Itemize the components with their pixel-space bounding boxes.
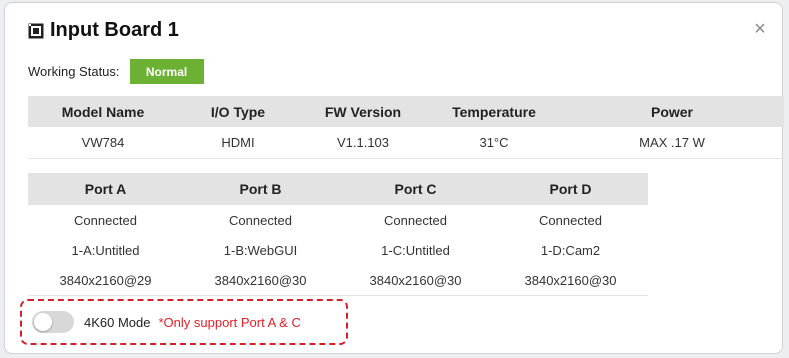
header-temperature: Temperature: [428, 96, 560, 127]
4k60-mode-label: 4K60 Mode: [84, 314, 151, 330]
fw-version-value: V1.1.103: [298, 127, 428, 159]
port-c-source: 1-C:Untitled: [381, 242, 450, 258]
4k60-mode-highlight: 4K60 Mode *Only support Port A & C: [20, 299, 348, 345]
dialog-title-text: Input Board 1: [50, 19, 179, 41]
status-badge: Normal: [129, 59, 204, 84]
power-value: MAX .17 W: [560, 127, 784, 159]
port-b-source: 1-B:WebGUI: [223, 242, 298, 258]
table-row-source: 1-A:Untitled 1-B:WebGUI 1-C:Untitled 1-D…: [28, 235, 648, 265]
port-a-resolution: 3840x2160@29: [28, 265, 183, 296]
table-row: VW784 HDMI V1.1.103 31°C MAX .17 W: [28, 127, 784, 159]
table-row-connection: Connected Connected Connected Connected: [28, 205, 648, 235]
table-header-row: Port A Port B Port C Port D: [28, 173, 648, 205]
model-name-value: VW784: [28, 127, 178, 159]
close-icon[interactable]: ×: [750, 19, 770, 39]
port-c-resolution: 3840x2160@30: [338, 265, 493, 296]
header-io-type: I/O Type: [178, 96, 298, 127]
header-model-name: Model Name: [28, 96, 178, 127]
temperature-value: 31°C: [428, 127, 560, 159]
header-port-c: Port C: [338, 173, 493, 205]
port-table: Port A Port B Port C Port D Connected Co…: [28, 173, 648, 296]
io-type-value: HDMI: [178, 127, 298, 159]
board-info-table: Model Name I/O Type FW Version Temperatu…: [28, 96, 784, 159]
port-b-resolution: 3840x2160@30: [183, 265, 338, 296]
port-d-source: 1-D:Cam2: [540, 242, 601, 258]
header-port-d: Port D: [493, 173, 648, 205]
port-b-connection: Connected: [229, 212, 292, 228]
input-board-dialog: Input Board 1 × Working Status: Normal M…: [4, 2, 784, 354]
working-status-label: Working Status:: [28, 64, 120, 79]
board-icon: [28, 23, 44, 39]
4k60-mode-toggle[interactable]: [32, 311, 74, 333]
4k60-mode-note: *Only support Port A & C: [158, 314, 301, 330]
port-a-connection: Connected: [74, 212, 137, 228]
working-status: Working Status: Normal: [28, 59, 204, 84]
port-d-connection: Connected: [539, 212, 602, 228]
header-port-b: Port B: [183, 173, 338, 205]
header-fw-version: FW Version: [298, 96, 428, 127]
port-c-connection: Connected: [384, 212, 447, 228]
port-d-resolution: 3840x2160@30: [493, 265, 648, 296]
table-row-resolution: 3840x2160@29 3840x2160@30 3840x2160@30 3…: [28, 265, 648, 296]
port-a-source: 1-A:Untitled: [71, 242, 140, 258]
header-port-a: Port A: [28, 173, 183, 205]
header-power: Power: [560, 96, 784, 127]
table-header-row: Model Name I/O Type FW Version Temperatu…: [28, 96, 784, 127]
dialog-title: Input Board 1: [28, 19, 179, 42]
toggle-knob: [34, 313, 52, 331]
